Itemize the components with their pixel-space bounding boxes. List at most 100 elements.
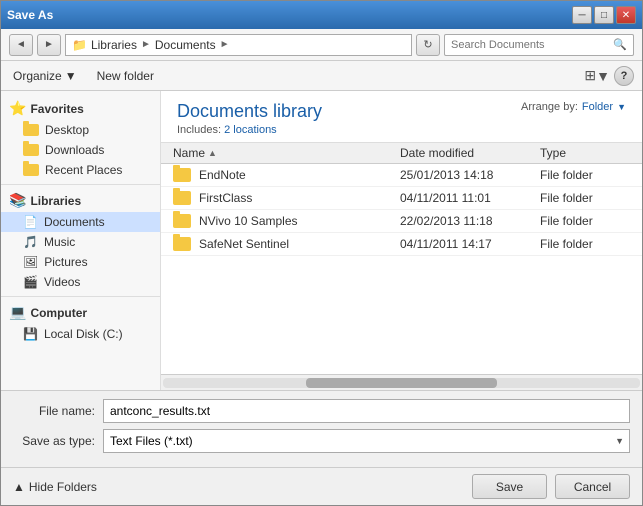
library-title: Documents library [177,101,322,122]
col-header-date[interactable]: Date modified [400,146,540,160]
col-header-name[interactable]: Name ▲ [173,146,400,160]
library-header: Documents library Includes: 2 locations … [161,91,642,143]
search-box[interactable]: 🔍 [444,34,634,56]
sidebar-item-recent-places[interactable]: Recent Places [1,160,160,180]
file-name-1: FirstClass [199,191,400,205]
divider-2 [1,296,160,297]
view-icon: ⊞ [584,67,596,84]
maximize-button[interactable]: □ [594,6,614,24]
file-type-0: File folder [540,168,630,182]
footer-bar: ▲ Hide Folders Save Cancel [1,467,642,505]
organize-button[interactable]: Organize ▼ [9,67,81,85]
cancel-button[interactable]: Cancel [555,474,630,499]
save-button[interactable]: Save [472,474,547,499]
file-area: Documents library Includes: 2 locations … [161,91,642,390]
local-disk-label: Local Disk (C:) [44,327,123,341]
filename-row: File name: [13,399,630,423]
file-icon-0 [173,168,193,182]
new-folder-button[interactable]: New folder [93,67,158,85]
filename-input[interactable] [103,399,630,423]
main-content: ⭐ Favorites Desktop Downloads Recent Pla… [1,91,642,390]
table-row[interactable]: SafeNet Sentinel 04/11/2011 14:17 File f… [161,233,642,256]
window-controls: ─ □ ✕ [572,6,636,24]
local-disk-icon: 💾 [23,327,38,341]
sidebar: ⭐ Favorites Desktop Downloads Recent Pla… [1,91,161,390]
arrange-dropdown-icon[interactable]: ▼ [617,102,626,112]
horizontal-scrollbar[interactable] [161,374,642,390]
includes-link[interactable]: 2 locations [224,124,277,136]
sidebar-item-documents[interactable]: 📄 Documents [1,212,160,232]
scrollbar-thumb[interactable] [306,378,497,388]
sidebar-item-videos[interactable]: 🎬 Videos [1,272,160,292]
desktop-label: Desktop [45,123,89,137]
refresh-button[interactable]: ↻ [416,34,440,56]
path-libraries: Libraries [91,38,137,52]
sidebar-item-desktop[interactable]: Desktop [1,120,160,140]
arrange-value[interactable]: Folder [582,101,613,113]
file-name-0: EndNote [199,168,400,182]
file-date-1: 04/11/2011 11:01 [400,191,540,205]
forward-button[interactable]: ► [37,34,61,56]
sidebar-item-pictures[interactable]: 🖼 Pictures [1,252,160,272]
table-row[interactable]: EndNote 25/01/2013 14:18 File folder [161,164,642,187]
favorites-header[interactable]: ⭐ Favorites [1,97,160,120]
back-button[interactable]: ◄ [9,34,33,56]
favorites-section: ⭐ Favorites Desktop Downloads Recent Pla… [1,97,160,180]
savetype-wrapper: Text Files (*.txt) [103,429,630,453]
action-bar: Organize ▼ New folder ⊞ ▼ ? [1,61,642,91]
close-button[interactable]: ✕ [616,6,636,24]
view-dropdown-icon: ▼ [596,68,610,84]
file-date-3: 04/11/2011 14:17 [400,237,540,251]
libraries-header[interactable]: 📚 Libraries [1,189,160,212]
downloads-folder-icon [23,144,39,156]
arrange-label: Arrange by: [521,101,578,113]
navigation-toolbar: ◄ ► 📁 Libraries ► Documents ► ↻ 🔍 [1,29,642,61]
savetype-row: Save as type: Text Files (*.txt) [13,429,630,453]
libraries-section: 📚 Libraries 📄 Documents 🎵 Music 🖼 Pictur… [1,189,160,292]
help-button[interactable]: ? [614,66,634,86]
search-icon: 🔍 [613,38,627,51]
music-label: Music [44,235,75,249]
savetype-label: Save as type: [13,434,103,448]
search-input[interactable] [451,39,613,51]
divider-1 [1,184,160,185]
file-type-3: File folder [540,237,630,251]
file-list-header: Name ▲ Date modified Type [161,143,642,164]
documents-icon: 📄 [23,215,38,229]
path-documents: Documents [155,38,216,52]
organize-dropdown-icon: ▼ [65,69,77,83]
view-toggle-button[interactable]: ⊞ ▼ [584,67,610,84]
savetype-select[interactable]: Text Files (*.txt) [103,429,630,453]
save-as-dialog: Save As ─ □ ✕ ◄ ► 📁 Libraries ► Document… [0,0,643,506]
minimize-button[interactable]: ─ [572,6,592,24]
dialog-title: Save As [7,8,53,22]
address-bar[interactable]: 📁 Libraries ► Documents ► [65,34,412,56]
col-header-type[interactable]: Type [540,146,630,160]
videos-label: Videos [44,275,80,289]
recent-places-icon [23,164,39,176]
col-date-label: Date modified [400,146,474,160]
recent-places-label: Recent Places [45,163,122,177]
hide-folders-icon: ▲ [13,480,25,494]
pictures-icon: 🖼 [23,255,38,269]
computer-label: Computer [30,306,87,320]
col-type-label: Type [540,146,566,160]
computer-section: 💻 Computer 💾 Local Disk (C:) [1,301,160,344]
downloads-label: Downloads [45,143,104,157]
pictures-label: Pictures [44,255,87,269]
hide-folders-button[interactable]: ▲ Hide Folders [13,480,97,494]
sidebar-item-downloads[interactable]: Downloads [1,140,160,160]
file-type-2: File folder [540,214,630,228]
file-icon-2 [173,214,193,228]
library-includes: Includes: 2 locations [177,124,322,136]
desktop-folder-icon [23,124,39,136]
path-separator: ► [141,39,151,50]
documents-label: Documents [44,215,105,229]
sidebar-item-music[interactable]: 🎵 Music [1,232,160,252]
file-date-2: 22/02/2013 11:18 [400,214,540,228]
table-row[interactable]: FirstClass 04/11/2011 11:01 File folder [161,187,642,210]
file-icon-1 [173,191,193,205]
computer-header[interactable]: 💻 Computer [1,301,160,324]
table-row[interactable]: NVivo 10 Samples 22/02/2013 11:18 File f… [161,210,642,233]
sidebar-item-local-disk[interactable]: 💾 Local Disk (C:) [1,324,160,344]
